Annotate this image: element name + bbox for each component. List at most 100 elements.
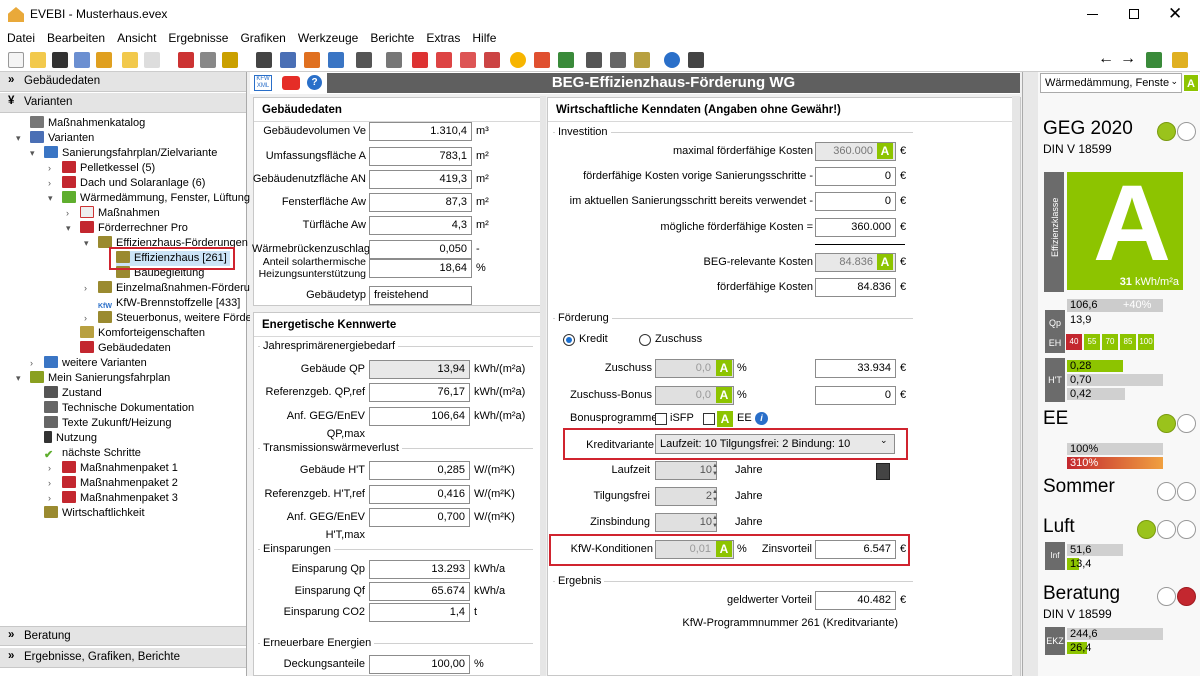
tree-item[interactable]: Maßnahmenkatalog: [30, 116, 145, 131]
sum-icon[interactable]: [304, 52, 320, 68]
tree-item[interactable]: › weitere Varianten: [30, 356, 147, 371]
close-button[interactable]: ✕: [1168, 4, 1182, 24]
tree-item[interactable]: KfW KfW-Brennstoffzelle [433]: [98, 296, 240, 311]
section-varianten[interactable]: ¥ Varianten: [0, 93, 246, 113]
value-field[interactable]: 0,285: [369, 461, 470, 480]
tree-item[interactable]: ▾ Sanierungsfahrplan/Zielvariante: [30, 146, 217, 161]
isfp-checkbox[interactable]: [655, 413, 667, 425]
menu-grafiken[interactable]: Grafiken: [233, 30, 290, 45]
value-field[interactable]: 18,64: [369, 259, 472, 278]
value-field[interactable]: 65.674: [369, 582, 470, 601]
menu-bearbeiten[interactable]: Bearbeiten: [40, 30, 110, 45]
menu-berichte[interactable]: Berichte: [363, 30, 419, 45]
folder-icon[interactable]: [122, 52, 138, 68]
value-field[interactable]: 1.310,4: [369, 122, 472, 141]
list-icon[interactable]: [386, 52, 402, 68]
demo-icon[interactable]: [144, 52, 160, 68]
house-nav-icon[interactable]: [1146, 52, 1162, 68]
tree-item[interactable]: › Steuerbonus, weitere Förde: [84, 311, 252, 326]
undo-icon[interactable]: [178, 52, 194, 68]
tree-item[interactable]: › Maßnahmen: [66, 206, 160, 221]
value-field[interactable]: 0,416: [369, 485, 470, 504]
zinsbindung-field[interactable]: 10: [655, 513, 717, 532]
tree-item[interactable]: ✔ nächste Schritte: [44, 446, 141, 461]
tree-item[interactable]: Zustand: [44, 386, 102, 401]
tree-item[interactable]: ▾ Wärmedämmung, Fenster, Lüftungs: [48, 191, 255, 206]
tree-item[interactable]: › Einzelmaßnahmen-Förderun: [84, 281, 256, 296]
network-icon[interactable]: [356, 52, 372, 68]
calculation-icon[interactable]: [280, 52, 296, 68]
minimize-button[interactable]: [1087, 14, 1098, 15]
refresh-icon[interactable]: [200, 52, 216, 68]
value-field[interactable]: 0,050: [369, 240, 472, 259]
scrollbar-left[interactable]: [540, 96, 546, 676]
open-folder-icon[interactable]: [30, 52, 46, 68]
new-file-icon[interactable]: [8, 52, 24, 68]
tree-item[interactable]: › Dach und Solaranlage (6): [48, 176, 205, 191]
tree-item[interactable]: Technische Dokumentation: [44, 401, 194, 416]
value-field[interactable]: 4,3: [369, 216, 472, 235]
help-icon[interactable]: [664, 52, 680, 68]
kfw-xml-icon[interactable]: KFW XML: [254, 75, 272, 91]
sum-blue-icon[interactable]: [328, 52, 344, 68]
maximize-button[interactable]: [1129, 9, 1139, 19]
value-field[interactable]: 106,64: [369, 407, 470, 426]
spinner-icon[interactable]: ▲ ▼: [712, 462, 718, 478]
print-icon[interactable]: [586, 52, 602, 68]
list2-icon[interactable]: [610, 52, 626, 68]
roof-icon[interactable]: [634, 52, 650, 68]
menu-werkzeuge[interactable]: Werkzeuge: [291, 30, 363, 45]
youtube-icon[interactable]: [282, 76, 300, 90]
tree-item[interactable]: › Pelletkessel (5): [48, 161, 155, 176]
bonus-amount[interactable]: 0: [815, 386, 896, 405]
tree-item[interactable]: › Maßnahmenpaket 2: [48, 476, 178, 491]
tree-item[interactable]: ▾ Förderrechner Pro: [66, 221, 188, 236]
report2-icon[interactable]: [484, 52, 500, 68]
spinner-icon[interactable]: ▲ ▼: [712, 514, 718, 530]
wizard-icon[interactable]: [222, 52, 238, 68]
value-field[interactable]: 87,3: [369, 193, 472, 212]
value-field[interactable]: 360.000: [815, 218, 896, 237]
forward-arrow-icon[interactable]: →: [1120, 50, 1136, 68]
tree-item[interactable]: Nutzung: [44, 431, 97, 446]
variant-dropdown[interactable]: Wärmedämmung, Fenste ⌄: [1040, 73, 1182, 93]
value-field[interactable]: 76,17: [369, 383, 470, 402]
value-field[interactable]: 419,3: [369, 170, 472, 189]
section-beratung[interactable]: » Beratung: [0, 626, 246, 646]
fire-icon[interactable]: [412, 52, 428, 68]
copy-icon[interactable]: [74, 52, 90, 68]
back-arrow-icon[interactable]: ←: [1098, 50, 1114, 68]
section-ergebnisse[interactable]: » Ergebnisse, Grafiken, Berichte: [0, 648, 246, 668]
value-field[interactable]: 100,00: [369, 655, 470, 674]
chart-nav-icon[interactable]: [1172, 52, 1188, 68]
value-field[interactable]: 783,1: [369, 147, 472, 166]
tree-item[interactable]: › Maßnahmenpaket 1: [48, 461, 178, 476]
tree-item[interactable]: Komforteigenschaften: [80, 326, 205, 341]
tree-item[interactable]: Wirtschaftlichkeit: [44, 506, 145, 521]
menu-hilfe[interactable]: Hilfe: [465, 30, 501, 45]
save-icon[interactable]: [52, 52, 68, 68]
value-field[interactable]: 0: [815, 167, 896, 186]
document-icon[interactable]: [256, 52, 272, 68]
menu-datei[interactable]: Datei: [0, 30, 40, 45]
solar-icon[interactable]: [510, 52, 526, 68]
tree-item[interactable]: Gebäudedaten: [80, 341, 171, 356]
tree-item[interactable]: ▾ Mein Sanierungsfahrplan: [16, 371, 170, 386]
spinner-icon[interactable]: ▲ ▼: [712, 488, 718, 504]
ee-checkbox[interactable]: [703, 413, 715, 425]
value-field[interactable]: 13,94: [369, 360, 470, 379]
value-field[interactable]: 13.293: [369, 560, 470, 579]
value-field[interactable]: 0: [815, 192, 896, 211]
tree-item[interactable]: › Maßnahmenpaket 3: [48, 491, 178, 506]
bolt-icon[interactable]: [534, 52, 550, 68]
menu-ergebnisse[interactable]: Ergebnisse: [161, 30, 233, 45]
scrollbar-right[interactable]: [1012, 96, 1020, 676]
section-gebaeudedaten[interactable]: » Gebäudedaten: [0, 72, 246, 92]
info-icon[interactable]: i: [755, 412, 768, 425]
laufzeit-field[interactable]: 10: [655, 461, 717, 480]
value-field[interactable]: 0,700: [369, 508, 470, 527]
house-icon[interactable]: [558, 52, 574, 68]
geldwerter-vorteil-field[interactable]: 40.482: [815, 591, 896, 610]
tree-item[interactable]: ▾ Varianten: [16, 131, 94, 146]
zuschuss-amount[interactable]: 33.934: [815, 359, 896, 378]
